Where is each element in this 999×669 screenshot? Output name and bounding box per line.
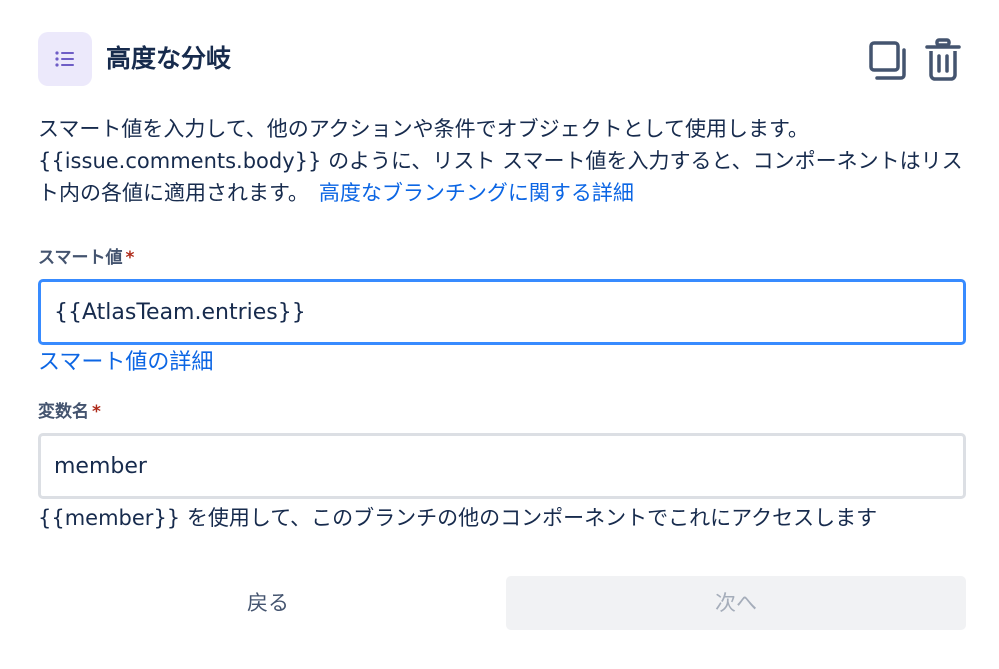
back-button[interactable]: 戻る: [38, 576, 498, 630]
smart-value-label: スマート値 *: [38, 246, 134, 270]
required-mark: *: [125, 248, 135, 268]
duplicate-icon: [869, 41, 906, 80]
panel-header: 高度な分岐: [38, 32, 961, 86]
delete-button[interactable]: [921, 38, 965, 82]
variable-name-input[interactable]: [38, 433, 966, 499]
smart-value-label-text: スマート値: [38, 248, 123, 268]
trash-icon: [925, 38, 961, 81]
advanced-branch-panel: 高度な分岐 スマート値を入力して、他のアクションや条件でオブジェクトとして使用し…: [0, 0, 999, 669]
advanced-branching-link[interactable]: 高度なブランチングに関する詳細: [319, 181, 634, 205]
panel-title: 高度な分岐: [106, 44, 232, 73]
duplicate-button[interactable]: [867, 38, 911, 82]
next-button[interactable]: 次へ: [506, 576, 966, 630]
smart-value-input[interactable]: [38, 279, 966, 345]
variable-name-helper: {{member}} を使用して、このブランチの他のコンポーネントでこれにアクセ…: [38, 506, 878, 530]
panel-description: スマート値を入力して、他のアクションや条件でオブジェクトとして使用します。{{i…: [38, 113, 963, 209]
list-icon: [38, 32, 92, 86]
variable-name-label: 変数名 *: [38, 400, 101, 424]
variable-name-label-text: 変数名: [38, 402, 89, 422]
required-mark: *: [92, 402, 101, 422]
smart-value-details-link[interactable]: スマート値の詳細: [38, 347, 213, 379]
